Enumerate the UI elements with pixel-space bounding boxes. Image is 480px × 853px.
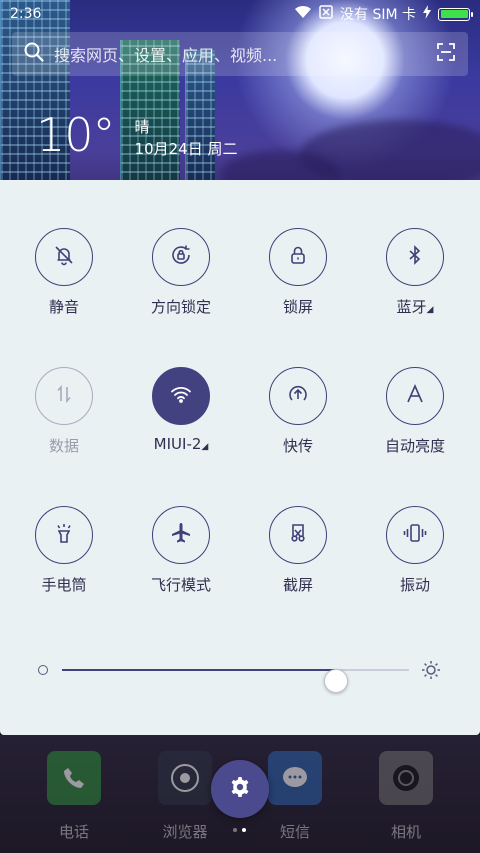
brightness-slider[interactable] [38, 658, 442, 693]
search-icon [24, 42, 44, 66]
airplane-icon [169, 521, 193, 549]
tile-label: 手电筒 [41, 576, 87, 594]
tile-label: 方向锁定 [150, 298, 211, 316]
dock-label: 电话 [58, 823, 89, 841]
tile-label: MIUI-2◢ [153, 435, 209, 453]
expand-indicator-icon: ◢ [426, 305, 434, 315]
vibrate-toggle[interactable] [386, 506, 444, 564]
tile-flashlight[interactable]: 手电筒 [9, 506, 119, 595]
auto-brightness-toggle[interactable] [386, 367, 444, 425]
tile-silent[interactable]: 静音 [9, 228, 119, 317]
brightness-track[interactable] [62, 669, 409, 693]
screenshot-icon [286, 521, 310, 549]
tile-bluetooth[interactable]: 蓝牙◢ [360, 228, 470, 317]
quick-settings-panel: 静音 方向锁定 锁屏 蓝牙◢ 数据 MIUI-2◢ 快传 自动亮度 手电筒 飞行… [0, 180, 480, 735]
expand-indicator-icon: ◢ [201, 442, 209, 452]
dock-app-camera[interactable]: 相机 [366, 751, 446, 842]
dock-app-phone[interactable]: 电话 [34, 751, 114, 842]
temperature: 10° [36, 108, 116, 162]
settings-button[interactable] [211, 760, 269, 818]
weather-widget[interactable]: 10° 晴 10月24日 周二 [36, 110, 238, 160]
status-time: 2:36 [10, 6, 42, 22]
tile-vibrate[interactable]: 振动 [360, 506, 470, 595]
page-dot-active [242, 828, 246, 832]
tile-label: 截屏 [282, 576, 313, 594]
message-icon [268, 751, 322, 805]
tile-screenshot[interactable]: 截屏 [243, 506, 353, 595]
mobile-data-icon [53, 383, 75, 409]
battery-icon [438, 7, 473, 21]
brightness-high-icon [420, 659, 442, 685]
tile-label: 静音 [48, 298, 79, 316]
flashlight-toggle[interactable] [35, 506, 93, 564]
tile-label: 锁屏 [282, 298, 313, 316]
wifi-icon [169, 382, 193, 410]
page-dot [233, 828, 237, 832]
tile-label: 蓝牙◢ [396, 298, 434, 316]
status-bar: 2:36 没有 SIM 卡 [0, 0, 480, 28]
wifi-status-icon [294, 5, 312, 23]
brightness-fill [62, 669, 337, 671]
scan-icon[interactable] [436, 42, 456, 66]
tile-lock-screen[interactable]: 锁屏 [243, 228, 353, 317]
dock-label: 相机 [390, 823, 421, 841]
wifi-toggle[interactable] [152, 367, 210, 425]
camera-icon [379, 751, 433, 805]
brightness-low-icon [38, 665, 48, 675]
tile-label: 数据 [48, 437, 79, 455]
dock-label: 浏览器 [162, 823, 208, 841]
bluetooth-toggle[interactable] [386, 228, 444, 286]
tile-label: 振动 [399, 576, 430, 594]
battery-fill [440, 10, 468, 18]
quick-transfer-button[interactable] [269, 367, 327, 425]
bell-off-icon [53, 244, 75, 270]
airplane-mode-toggle[interactable] [152, 506, 210, 564]
tile-label: 快传 [282, 437, 313, 455]
carrier-text: 没有 SIM 卡 [340, 7, 416, 23]
search-bar[interactable]: 搜索网页、设置、应用、视频... [12, 32, 468, 76]
tile-label: 自动亮度 [384, 437, 445, 455]
no-sim-icon [319, 5, 333, 23]
tile-label: 飞行模式 [150, 576, 211, 594]
tile-quick-transfer[interactable]: 快传 [243, 367, 353, 456]
tile-mobile-data[interactable]: 数据 [9, 367, 119, 456]
rotation-lock-icon [169, 243, 193, 271]
weather-condition: 晴 [134, 118, 150, 136]
flashlight-icon [53, 522, 75, 548]
dock-label: 短信 [279, 823, 310, 841]
search-input[interactable]: 搜索网页、设置、应用、视频... [54, 42, 436, 66]
browser-icon [158, 751, 212, 805]
lock-screen-button[interactable] [269, 228, 327, 286]
phone-icon [47, 751, 101, 805]
tile-wifi[interactable]: MIUI-2◢ [126, 367, 236, 453]
quick-transfer-icon [286, 382, 310, 410]
charging-icon [423, 5, 431, 23]
wallpaper-building [0, 0, 70, 200]
wallpaper [0, 0, 480, 200]
weather-date: 10月24日 周二 [134, 140, 238, 158]
lock-icon [287, 244, 309, 270]
page-indicator [233, 828, 246, 832]
auto-brightness-icon [404, 383, 426, 409]
brightness-knob[interactable] [324, 669, 349, 693]
screenshot-button[interactable] [269, 506, 327, 564]
vibrate-icon [402, 522, 428, 548]
tile-rotation-lock[interactable]: 方向锁定 [126, 228, 236, 317]
mobile-data-toggle[interactable] [35, 367, 93, 425]
bluetooth-icon [404, 244, 426, 270]
tile-auto-brightness[interactable]: 自动亮度 [360, 367, 470, 456]
gear-icon [228, 775, 252, 803]
tile-airplane-mode[interactable]: 飞行模式 [126, 506, 236, 595]
rotation-lock-toggle[interactable] [152, 228, 210, 286]
silent-toggle[interactable] [35, 228, 93, 286]
